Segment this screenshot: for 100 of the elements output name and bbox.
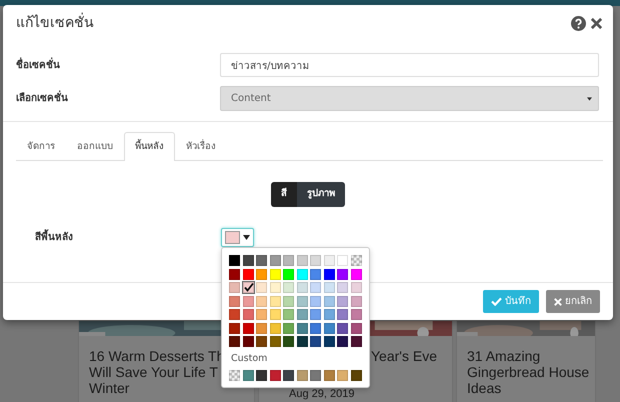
color-swatch[interactable] xyxy=(256,282,267,293)
color-swatch[interactable] xyxy=(229,322,240,334)
card-title: Gingerbread House xyxy=(467,364,590,380)
tab[interactable]: พื้นหลัง xyxy=(124,132,175,162)
color-swatch[interactable] xyxy=(296,268,308,280)
color-swatch[interactable] xyxy=(324,268,334,280)
color-swatch[interactable] xyxy=(350,309,362,320)
custom-label: Custom xyxy=(231,352,268,366)
tab[interactable]: ออกแบบ xyxy=(66,132,124,162)
color-swatch[interactable] xyxy=(324,296,334,306)
color-swatch[interactable] xyxy=(270,255,280,266)
color-swatch[interactable] xyxy=(310,370,321,382)
color-swatch[interactable] xyxy=(256,336,267,347)
color-swatch[interactable] xyxy=(296,296,308,306)
color-swatch[interactable] xyxy=(242,296,254,306)
field-label: เลือกเซคชั่น xyxy=(16,91,220,106)
color-swatch[interactable] xyxy=(242,268,254,280)
color-swatch[interactable] xyxy=(270,336,280,347)
color-swatch[interactable] xyxy=(350,336,362,347)
color-swatch[interactable] xyxy=(229,296,240,306)
color-swatch[interactable] xyxy=(310,268,321,280)
color-swatch[interactable] xyxy=(296,370,308,382)
color-swatch[interactable] xyxy=(350,282,362,293)
color-swatch[interactable] xyxy=(296,282,308,293)
color-swatch[interactable] xyxy=(324,282,334,293)
color-swatch[interactable] xyxy=(310,309,321,320)
color-swatch[interactable] xyxy=(310,322,321,334)
color-swatch[interactable] xyxy=(350,268,362,280)
color-swatch[interactable] xyxy=(270,309,280,320)
color-swatch[interactable] xyxy=(256,296,267,306)
color-swatch[interactable] xyxy=(324,336,334,347)
color-swatch[interactable] xyxy=(310,282,321,293)
color-swatch[interactable] xyxy=(283,336,294,347)
color-swatch[interactable] xyxy=(296,322,308,334)
color-swatch[interactable] xyxy=(242,322,254,334)
color-swatch[interactable] xyxy=(270,296,280,306)
modal-title: แก้ไขเซคชั่น xyxy=(16,14,94,32)
color-swatch[interactable] xyxy=(337,309,348,320)
color-swatch[interactable] xyxy=(256,255,267,266)
color-swatch[interactable] xyxy=(283,309,294,320)
color-swatch[interactable] xyxy=(337,370,348,382)
color-swatch[interactable] xyxy=(256,268,267,280)
cancel-button[interactable]: ยกเลิก xyxy=(546,290,600,313)
help-button[interactable] xyxy=(571,16,586,30)
color-swatch[interactable] xyxy=(337,296,348,306)
card-title: Winter xyxy=(89,380,130,396)
color-swatch[interactable] xyxy=(270,370,280,382)
card-title: Year's Eve xyxy=(371,348,437,364)
color-swatch[interactable] xyxy=(242,309,254,320)
color-swatch[interactable] xyxy=(229,282,240,293)
color-swatch[interactable] xyxy=(324,255,334,266)
color-swatch[interactable] xyxy=(337,282,348,293)
color-swatch[interactable] xyxy=(283,296,294,306)
color-swatch[interactable] xyxy=(350,322,362,334)
tab[interactable]: หัวเรื่อง xyxy=(175,132,227,162)
color-swatch[interactable] xyxy=(256,309,267,320)
color-swatch[interactable] xyxy=(229,336,240,347)
color-swatch[interactable] xyxy=(324,309,334,320)
text-field[interactable]: ข่าวสาร/บทความ xyxy=(220,53,599,77)
field-label: สีพื้นหลัง xyxy=(35,230,221,244)
color-swatch[interactable] xyxy=(337,255,348,266)
color-swatch[interactable] xyxy=(283,268,294,280)
color-swatch[interactable] xyxy=(270,322,280,334)
color-swatch[interactable] xyxy=(242,255,254,266)
color-swatch[interactable] xyxy=(350,370,362,382)
color-swatch[interactable] xyxy=(324,370,334,382)
color-swatch[interactable] xyxy=(283,282,294,293)
color-swatch[interactable] xyxy=(229,370,240,382)
color-swatch[interactable] xyxy=(296,255,308,266)
color-swatch[interactable] xyxy=(256,322,267,334)
color-swatch[interactable] xyxy=(350,296,362,306)
toggle-button[interactable]: สี xyxy=(271,182,297,206)
color-swatch[interactable] xyxy=(242,370,254,382)
color-swatch[interactable] xyxy=(242,336,254,347)
close-button[interactable] xyxy=(590,16,603,30)
color-swatch[interactable] xyxy=(337,336,348,347)
caret-icon xyxy=(243,234,250,240)
card-date: Aug 29, 2019 xyxy=(289,388,354,400)
color-swatch[interactable] xyxy=(337,268,348,280)
color-swatch[interactable] xyxy=(242,282,254,293)
color-swatch[interactable] xyxy=(310,296,321,306)
color-swatch[interactable] xyxy=(310,255,321,266)
color-swatch[interactable] xyxy=(324,322,334,334)
color-swatch[interactable] xyxy=(256,370,267,382)
color-swatch[interactable] xyxy=(337,322,348,334)
color-swatch[interactable] xyxy=(283,370,294,382)
color-picker-button[interactable] xyxy=(221,228,254,246)
color-swatch[interactable] xyxy=(229,268,240,280)
tab[interactable]: จัดการ xyxy=(16,132,66,162)
color-swatch[interactable] xyxy=(296,309,308,320)
color-swatch[interactable] xyxy=(229,309,240,320)
color-swatch[interactable] xyxy=(283,255,294,266)
color-swatch[interactable] xyxy=(270,268,280,280)
toggle-button[interactable]: รูปภาพ xyxy=(297,182,345,206)
color-swatch[interactable] xyxy=(229,255,240,266)
color-swatch[interactable] xyxy=(270,282,280,293)
color-swatch[interactable] xyxy=(296,336,308,347)
color-swatch[interactable] xyxy=(310,336,321,347)
color-swatch[interactable] xyxy=(350,255,362,266)
color-swatch[interactable] xyxy=(283,322,294,334)
